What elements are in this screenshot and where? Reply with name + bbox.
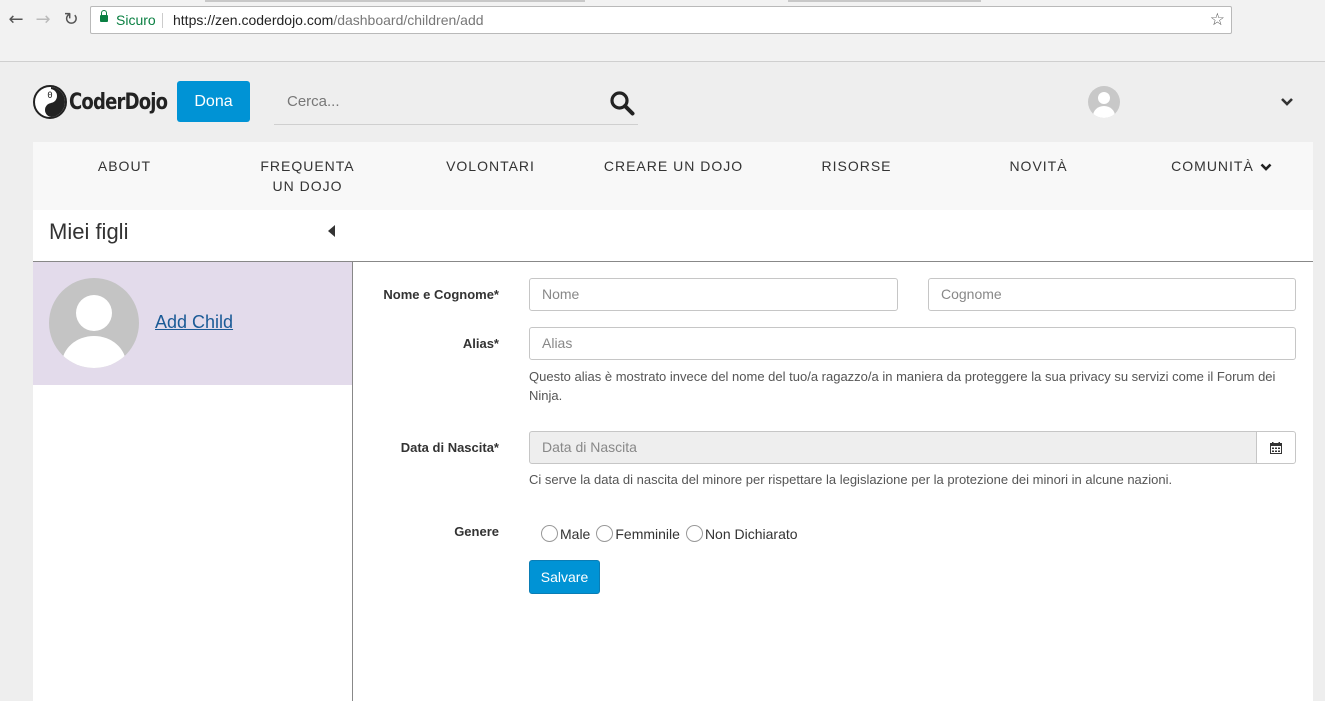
- nav-item-comunita-label: COMUNITÀ: [1171, 158, 1254, 174]
- dob-help-text: Ci serve la data di nascita del minore p…: [529, 472, 1173, 487]
- lock-icon: [100, 10, 108, 22]
- calendar-icon: [1270, 442, 1282, 454]
- nav-item-novita[interactable]: NOVITÀ: [947, 156, 1130, 176]
- forward-icon[interactable]: →: [33, 9, 53, 31]
- radio-button[interactable]: [541, 525, 558, 542]
- gender-option-non-dichiarato[interactable]: Non Dichiarato: [685, 525, 798, 542]
- coderdojo-logo[interactable]: 0 CoderDojo: [33, 84, 189, 120]
- nav-item-risorse[interactable]: RISORSE: [765, 156, 948, 176]
- secure-label: Sicuro: [116, 12, 156, 28]
- url-text: https://zen.coderdojo.com/dashboard/chil…: [173, 7, 484, 33]
- alias-help-text: Questo alias è mostrato invece del nome …: [529, 369, 1276, 403]
- sidebar: Add Child: [33, 262, 353, 701]
- logo-text: CoderDojo: [69, 89, 168, 115]
- add-child-link[interactable]: Add Child: [155, 312, 233, 333]
- nav-item-about[interactable]: ABOUT: [33, 156, 216, 176]
- alias-label: Alias*: [462, 336, 499, 351]
- star-icon[interactable]: ☆: [1210, 7, 1225, 33]
- sidebar-item-add-child[interactable]: Add Child: [33, 262, 352, 385]
- browser-chrome: ← → ↻ Sicuro https://zen.coderdojo.com/d…: [0, 0, 1325, 62]
- dob-label: Data di Nascita*: [400, 440, 499, 455]
- nav-item-frequenta-un-dojo[interactable]: FREQUENTA UN DOJO: [216, 156, 399, 196]
- reload-icon[interactable]: ↻: [61, 9, 81, 31]
- nav-item-volontari[interactable]: VOLONTARI: [399, 156, 582, 176]
- first-name-field[interactable]: Nome: [529, 278, 898, 311]
- url-host: https://zen.coderdojo.com: [173, 12, 334, 28]
- gender-label: Genere: [454, 524, 499, 539]
- radio-button[interactable]: [596, 525, 614, 542]
- chevron-down-icon[interactable]: [1280, 96, 1294, 108]
- save-button[interactable]: Salvare: [529, 560, 600, 594]
- search-input[interactable]: Cerca...: [287, 93, 340, 110]
- name-label: Nome e Cognome*: [383, 287, 499, 302]
- user-avatar[interactable]: [1088, 86, 1120, 118]
- nav-item-creare-un-dojo[interactable]: CREARE UN DOJO: [582, 156, 765, 176]
- gender-option-male[interactable]: Male: [541, 525, 590, 542]
- donate-button[interactable]: Dona: [177, 81, 250, 122]
- back-icon[interactable]: ←: [6, 9, 26, 31]
- logo-mark-icon: 0: [33, 85, 67, 119]
- address-bar[interactable]: Sicuro https://zen.coderdojo.com/dashboa…: [90, 6, 1232, 34]
- search-icon[interactable]: [609, 90, 635, 116]
- nav-item-comunita[interactable]: COMUNITÀ: [1130, 156, 1313, 176]
- caret-left-icon[interactable]: [328, 225, 335, 237]
- address-divider: [162, 13, 163, 28]
- calendar-button[interactable]: [1256, 431, 1296, 464]
- dob-field[interactable]: Data di Nascita: [529, 431, 1257, 464]
- last-name-field[interactable]: Cognome: [928, 278, 1296, 311]
- gender-radio-group: Male Femminile Non Dichiarato: [541, 525, 804, 542]
- alias-field[interactable]: Alias: [529, 327, 1296, 360]
- url-path: /dashboard/children/add: [333, 12, 484, 28]
- tab-strip: [0, 0, 1325, 2]
- page-title: Miei figli: [49, 219, 129, 244]
- radio-button[interactable]: [685, 525, 703, 542]
- chevron-down-icon: [1260, 163, 1272, 172]
- search-box[interactable]: Cerca...: [274, 82, 638, 125]
- gender-option-femminile[interactable]: Femminile: [596, 525, 680, 542]
- avatar: [49, 278, 139, 368]
- content-panel: Miei figli Add Child Nome e Cognome* Nom…: [33, 210, 1313, 701]
- main-nav: ABOUT FREQUENTA UN DOJO VOLONTARI CREARE…: [33, 142, 1313, 210]
